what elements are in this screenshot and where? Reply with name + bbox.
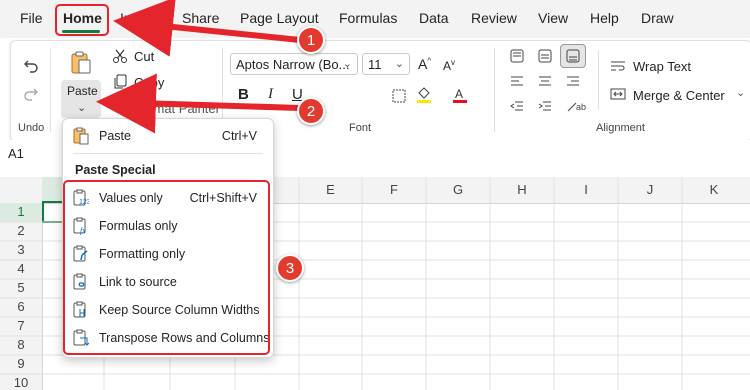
step-badge-2: 2	[297, 97, 325, 125]
annotation-arrows	[96, 0, 301, 134]
step-badge-1: 1	[297, 26, 325, 54]
step-badge-3: 3	[276, 254, 304, 282]
